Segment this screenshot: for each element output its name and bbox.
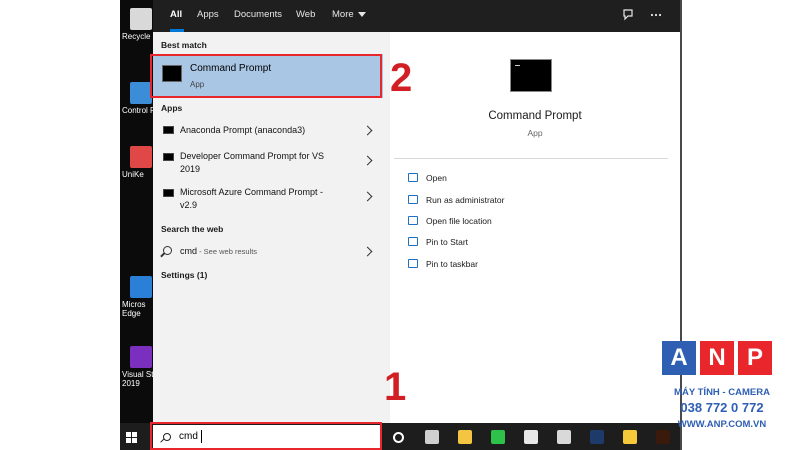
settings-heading[interactable]: Settings (1) bbox=[161, 270, 207, 280]
web-result-label: cmd - See web results bbox=[180, 245, 257, 258]
screen-edge bbox=[680, 0, 682, 450]
unikey-icon[interactable]: UniKe bbox=[122, 146, 156, 179]
terminal-icon bbox=[163, 153, 174, 161]
detail-title: Command Prompt bbox=[488, 110, 582, 122]
folder-icon bbox=[408, 216, 418, 225]
chevron-right-icon[interactable] bbox=[362, 246, 373, 257]
divider bbox=[394, 158, 668, 159]
highlight-search-box bbox=[150, 422, 382, 450]
illustrator-icon[interactable] bbox=[656, 430, 670, 444]
app-item-label: Anaconda Prompt (anaconda3) bbox=[180, 125, 306, 135]
action-label: Run as administrator bbox=[426, 195, 505, 205]
feedback-icon[interactable] bbox=[620, 8, 636, 24]
paint-icon[interactable] bbox=[557, 430, 571, 444]
logo-letter: N bbox=[700, 341, 734, 375]
right-margin bbox=[680, 0, 800, 450]
apps-heading: Apps bbox=[161, 103, 183, 113]
terminal-icon bbox=[163, 126, 174, 134]
visual-studio-icon[interactable]: Visual St 2019 bbox=[122, 346, 156, 388]
command-prompt-large-icon bbox=[510, 59, 552, 92]
list-item[interactable]: Anaconda Prompt (anaconda3) bbox=[153, 120, 383, 142]
shield-icon bbox=[408, 195, 418, 204]
more-options-icon[interactable] bbox=[648, 8, 664, 24]
photoshop-icon[interactable] bbox=[590, 430, 604, 444]
step-1-label: 1 bbox=[384, 365, 407, 409]
watermark-line3: WWW.ANP.COM.VN bbox=[677, 419, 767, 430]
logo-letter: A bbox=[662, 341, 696, 375]
action-pin-to-taskbar[interactable]: Pin to taskbar bbox=[408, 259, 478, 269]
terminal-icon bbox=[163, 189, 174, 197]
action-open-file-location[interactable]: Open file location bbox=[408, 216, 492, 226]
cortana-icon[interactable] bbox=[393, 432, 404, 443]
best-match-heading: Best match bbox=[161, 40, 207, 50]
chevron-right-icon[interactable] bbox=[362, 191, 373, 202]
action-label: Pin to Start bbox=[426, 237, 469, 247]
list-item[interactable]: Developer Command Prompt for VS 2019 bbox=[153, 147, 383, 177]
detail-subtitle: App bbox=[527, 128, 543, 138]
recycle-bin-icon[interactable]: Recycle bbox=[122, 8, 156, 41]
action-open[interactable]: Open bbox=[408, 173, 447, 183]
web-result-item[interactable]: cmd - See web results bbox=[153, 241, 383, 263]
notes-icon[interactable] bbox=[623, 430, 637, 444]
highlight-best-match bbox=[150, 54, 382, 98]
open-icon bbox=[408, 173, 418, 182]
edge-icon[interactable]: Micros Edge bbox=[122, 276, 156, 318]
tab-more-label: More bbox=[332, 9, 354, 20]
line-icon[interactable] bbox=[491, 430, 505, 444]
file-explorer-icon[interactable] bbox=[458, 430, 472, 444]
action-run-as-admin[interactable]: Run as administrator bbox=[408, 195, 504, 205]
pin-icon bbox=[408, 237, 418, 246]
slack-icon[interactable] bbox=[524, 430, 538, 444]
action-label: Open file location bbox=[426, 216, 492, 226]
tab-apps[interactable]: Apps bbox=[197, 0, 219, 32]
logo-letter: P bbox=[738, 341, 772, 375]
tab-web[interactable]: Web bbox=[296, 0, 315, 32]
search-icon bbox=[163, 246, 172, 255]
pin-icon bbox=[408, 259, 418, 268]
chevron-right-icon[interactable] bbox=[362, 125, 373, 136]
app-item-label-2: v2.9 bbox=[180, 200, 198, 210]
action-pin-to-start[interactable]: Pin to Start bbox=[408, 237, 468, 247]
watermark-line1: MÁY TÍNH - CAMERA bbox=[674, 387, 770, 398]
action-label: Open bbox=[426, 173, 447, 183]
app-item-label: Microsoft Azure Command Prompt - bbox=[180, 187, 324, 197]
chevron-right-icon[interactable] bbox=[362, 155, 373, 166]
desktop-icon-label: Control P bbox=[122, 106, 156, 115]
desktop-icon-label: UniKe bbox=[122, 170, 144, 179]
web-query: cmd bbox=[180, 246, 198, 256]
search-web-heading: Search the web bbox=[161, 224, 224, 234]
desktop-icon-label: Recycle bbox=[122, 32, 151, 41]
web-suffix: - See web results bbox=[197, 247, 258, 256]
watermark-line2: 038 772 0 772 bbox=[680, 400, 764, 415]
desktop-icon-label: Visual St 2019 bbox=[122, 370, 154, 388]
chevron-down-icon bbox=[357, 11, 366, 17]
tab-documents[interactable]: Documents bbox=[234, 0, 282, 32]
action-label: Pin to taskbar bbox=[426, 259, 478, 269]
step-2-label: 2 bbox=[390, 56, 413, 100]
tab-all[interactable]: All bbox=[170, 0, 184, 32]
app-item-label: Developer Command Prompt for VS bbox=[180, 151, 325, 161]
desktop-icon-label: Micros Edge bbox=[122, 300, 146, 318]
app-item-label-2: 2019 bbox=[180, 164, 201, 174]
task-view-icon[interactable] bbox=[425, 430, 439, 444]
windows-start-icon[interactable] bbox=[126, 432, 137, 443]
search-tabs: All Apps Documents Web More bbox=[153, 0, 680, 32]
list-item[interactable]: Microsoft Azure Command Prompt - v2.9 bbox=[153, 183, 383, 213]
tab-more[interactable]: More bbox=[332, 0, 366, 32]
detail-pane: Command Prompt App Open Run as administr… bbox=[390, 32, 680, 423]
